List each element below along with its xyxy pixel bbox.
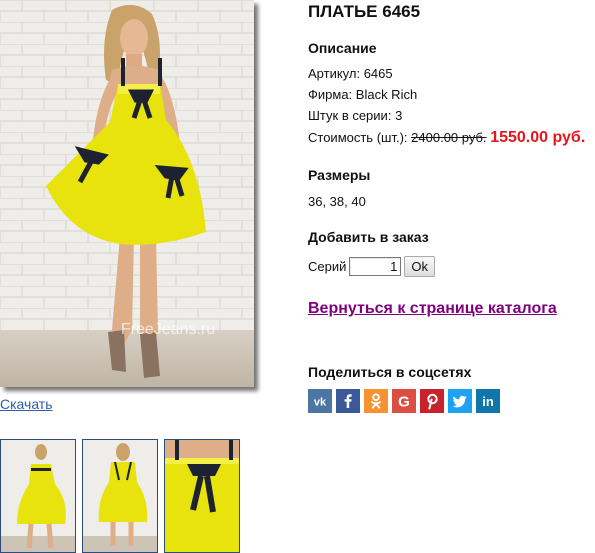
main-product-photo[interactable]: FreeJeans.ru bbox=[0, 0, 254, 387]
order-form: Серий Ok bbox=[308, 256, 435, 277]
add-to-order-heading: Добавить в заказ bbox=[308, 229, 429, 245]
price-new: 1550.00 руб. bbox=[490, 129, 586, 146]
linkedin-icon[interactable]: in bbox=[476, 389, 500, 413]
download-link[interactable]: Скачать bbox=[0, 396, 53, 412]
price-label: Стоимость (шт.): bbox=[308, 130, 408, 145]
quantity-input[interactable] bbox=[349, 257, 402, 276]
thumbnail-front[interactable] bbox=[0, 439, 76, 553]
svg-text:in: in bbox=[482, 394, 494, 409]
brand-value: Black Rich bbox=[355, 87, 418, 102]
svg-text:vk: vk bbox=[314, 397, 327, 409]
share-buttons: vk G in bbox=[308, 389, 500, 413]
google-plus-icon[interactable]: G bbox=[392, 389, 416, 413]
facebook-icon[interactable] bbox=[336, 389, 360, 413]
article-value: 6465 bbox=[363, 66, 393, 81]
pieces-line: Штук в серии: 3 bbox=[308, 108, 402, 123]
description-heading: Описание bbox=[308, 40, 377, 56]
pinterest-icon[interactable] bbox=[420, 389, 444, 413]
thumbnail-strip bbox=[0, 439, 240, 553]
sizes-values: 36, 38, 40 bbox=[308, 194, 366, 209]
pieces-label: Штук в серии: bbox=[308, 108, 392, 123]
article-label: Артикул: bbox=[308, 66, 361, 81]
watermark-text: FreeJeans.ru bbox=[121, 321, 215, 338]
price-line: Стоимость (шт.): 2400.00 руб. 1550.00 ру… bbox=[308, 129, 585, 147]
vk-icon[interactable]: vk bbox=[308, 389, 332, 413]
back-to-catalog-link[interactable]: Вернуться к странице каталога bbox=[308, 300, 557, 318]
twitter-icon[interactable] bbox=[448, 389, 472, 413]
brand-label: Фирма: bbox=[308, 87, 353, 102]
pieces-value: 3 bbox=[395, 108, 403, 123]
price-old: 2400.00 руб. bbox=[411, 130, 487, 145]
thumbnail-detail[interactable] bbox=[164, 439, 240, 553]
series-label: Серий bbox=[308, 259, 347, 274]
sizes-heading: Размеры bbox=[308, 167, 371, 183]
article-line: Артикул: 6465 bbox=[308, 66, 393, 81]
odnoklassniki-icon[interactable] bbox=[364, 389, 388, 413]
product-title: ПЛАТЬЕ 6465 bbox=[308, 2, 421, 21]
ok-button[interactable]: Ok bbox=[404, 256, 435, 277]
share-heading: Поделиться в соцсетях bbox=[308, 364, 472, 380]
brand-line: Фирма: Black Rich bbox=[308, 87, 417, 102]
thumbnail-back[interactable] bbox=[82, 439, 158, 553]
svg-text:G: G bbox=[398, 394, 410, 411]
